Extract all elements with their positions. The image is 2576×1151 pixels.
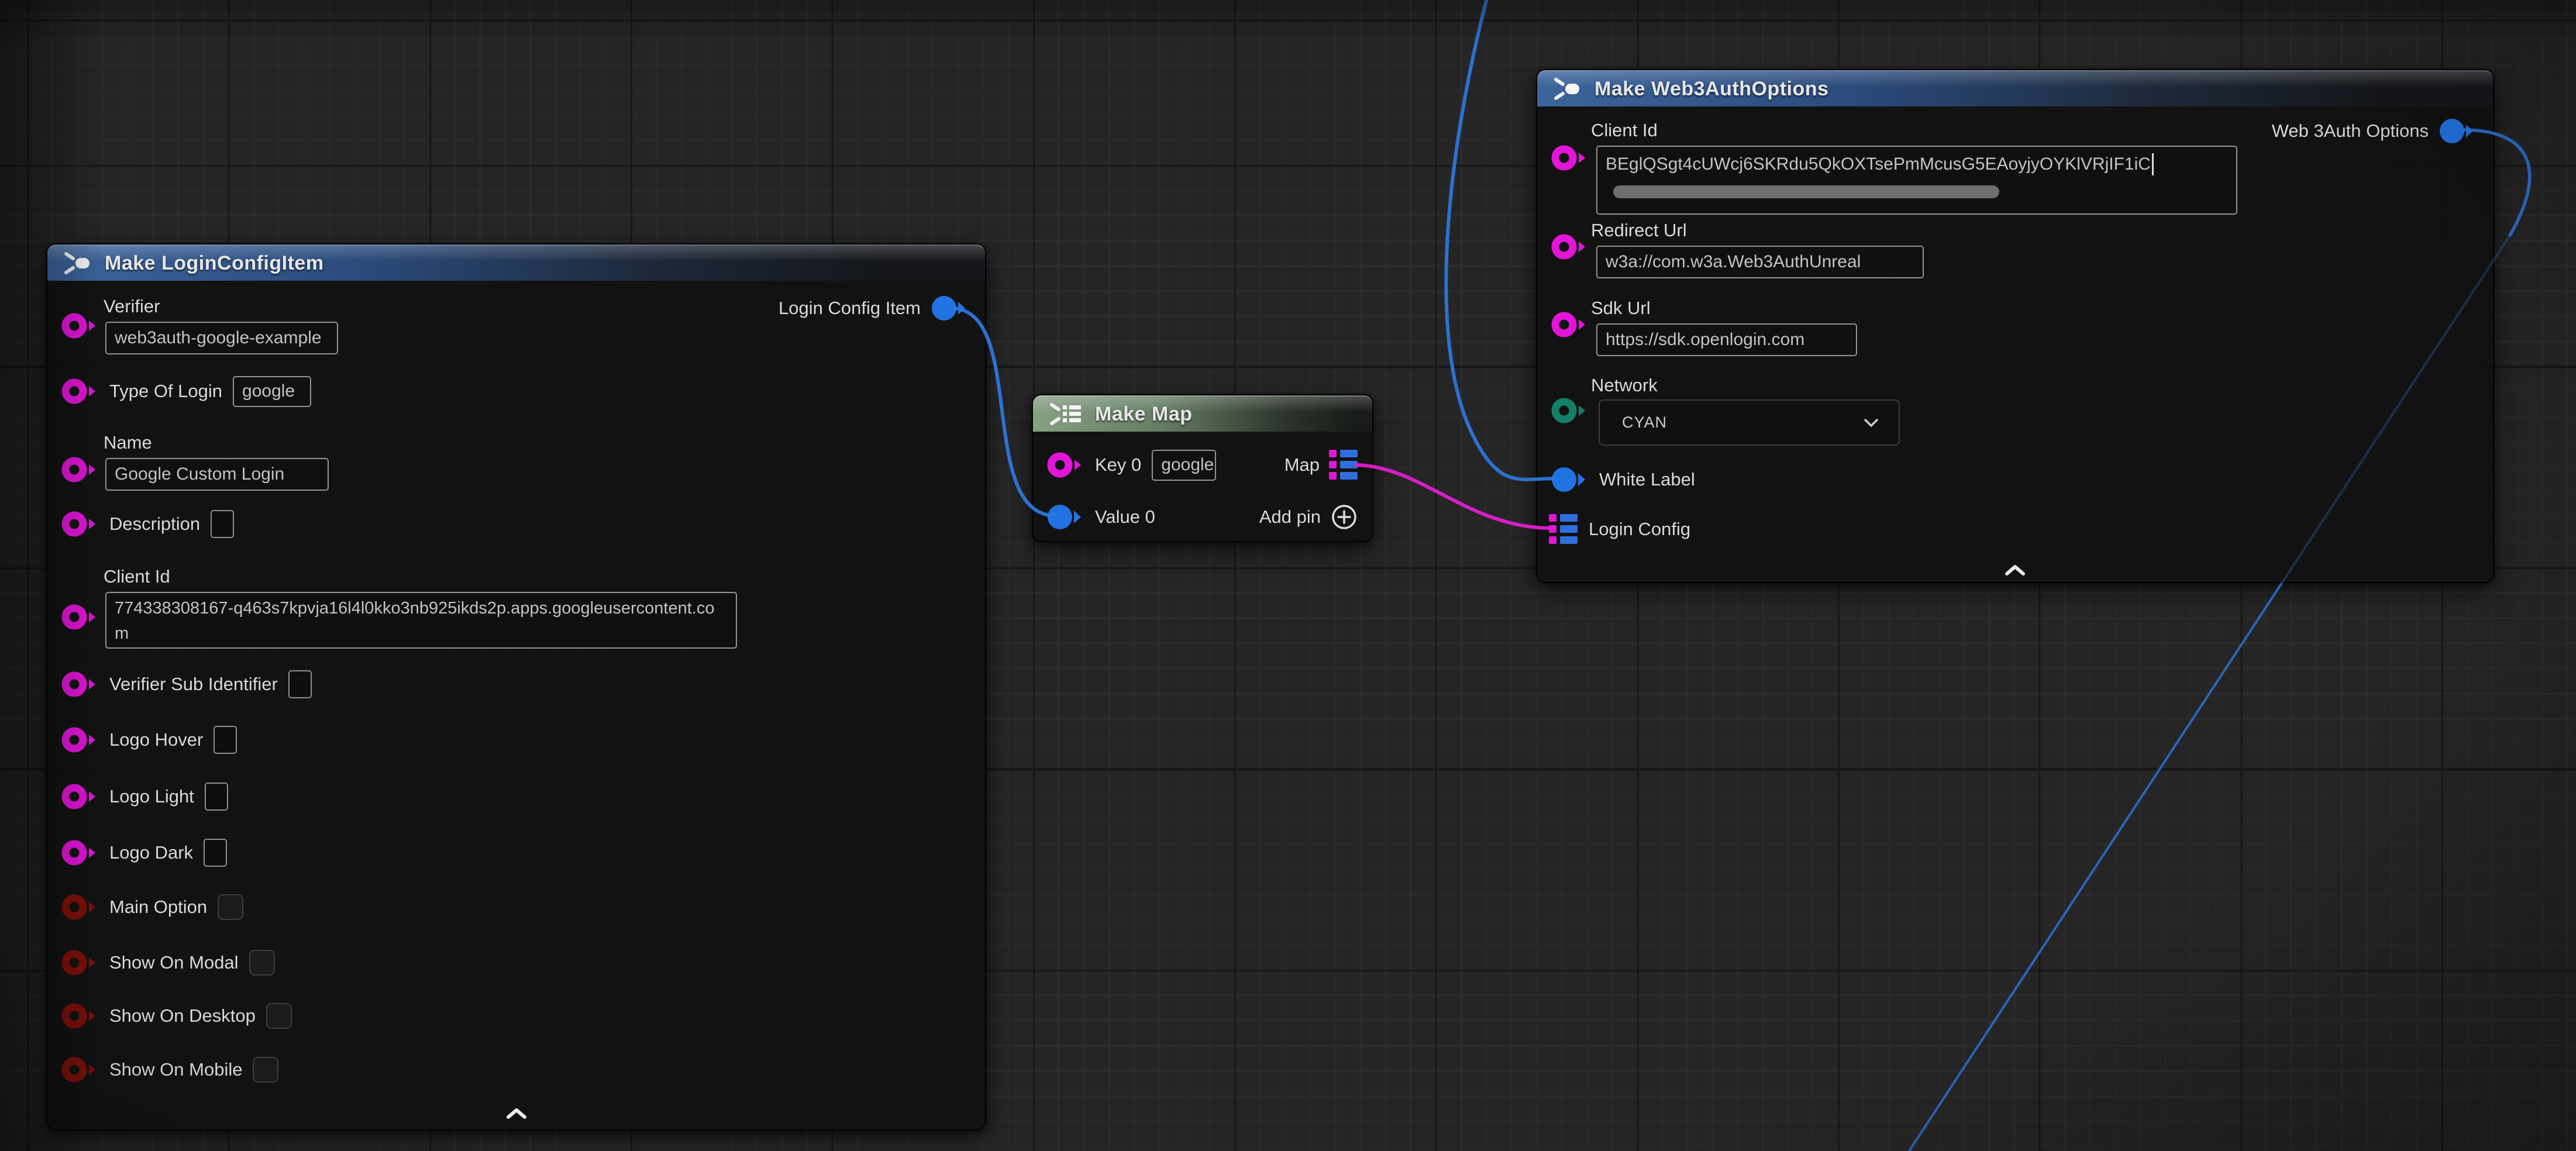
enum-pin-icon[interactable] <box>1550 395 1589 426</box>
string-pin-icon[interactable] <box>1550 232 1589 262</box>
pin-label-name: Name <box>104 432 985 453</box>
main-option-checkbox[interactable] <box>218 894 243 920</box>
pin-label-network: Network <box>1591 375 2493 396</box>
pin-label-show-on-modal: Show On Modal <box>109 952 239 973</box>
bool-pin-icon[interactable] <box>60 1001 99 1031</box>
pin-label-description: Description <box>109 514 200 535</box>
key-0-input[interactable]: google <box>1152 450 1216 481</box>
logo-light-input[interactable] <box>205 783 228 811</box>
pin-label-show-on-mobile: Show On Mobile <box>109 1059 242 1080</box>
node-title: Make Map <box>1095 403 1193 426</box>
string-pin-icon[interactable] <box>60 781 99 812</box>
string-pin-icon[interactable] <box>60 725 99 755</box>
pin-label-key-0: Key 0 <box>1095 454 1141 475</box>
pin-label-logo-dark: Logo Dark <box>109 842 193 863</box>
node-title: Make LoginConfigItem <box>105 252 324 275</box>
show-on-mobile-checkbox[interactable] <box>253 1057 278 1083</box>
wire-web3authoptions-output-to-offscreen[interactable] <box>1905 583 2282 1151</box>
string-pin-icon[interactable] <box>60 669 99 699</box>
chevron-down-icon <box>1864 418 1879 428</box>
map-pin-icon[interactable] <box>1549 513 1578 546</box>
add-pin-icon[interactable] <box>1330 503 1358 531</box>
logo-dark-input[interactable] <box>204 839 227 867</box>
pin-label-client-id: Client Id <box>1591 120 2493 141</box>
pin-label-value-0: Value 0 <box>1095 506 1155 528</box>
collapse-advanced-chevron-icon[interactable] <box>504 1107 529 1121</box>
string-pin-icon[interactable] <box>60 602 99 632</box>
string-pin-icon[interactable] <box>60 376 99 406</box>
pin-label-client-id: Client Id <box>104 566 985 587</box>
pin-label-map-out: Map <box>1284 454 1320 475</box>
make-map-icon <box>1047 401 1084 427</box>
redirect-url-input[interactable]: w3a://com.w3a.Web3AuthUnreal <box>1596 246 1924 278</box>
string-pin-icon[interactable] <box>1550 309 1589 340</box>
bool-pin-icon[interactable] <box>60 947 99 978</box>
string-pin-icon[interactable] <box>1550 143 1589 173</box>
string-pin-icon[interactable] <box>60 838 99 868</box>
node-header-make-map[interactable]: Make Map <box>1033 395 1372 432</box>
map-pin-icon[interactable] <box>1329 449 1358 481</box>
string-pin-icon[interactable] <box>1046 450 1084 480</box>
pin-label-logo-light: Logo Light <box>109 786 194 807</box>
network-dropdown[interactable]: CYAN <box>1599 399 1900 446</box>
wire-makemap-to-web3authoptions-loginconfig[interactable] <box>1355 465 1551 528</box>
show-on-desktop-checkbox[interactable] <box>266 1003 292 1029</box>
verifier-input[interactable]: web3auth-google-example <box>105 322 338 354</box>
name-input[interactable]: Google Custom Login <box>105 458 329 491</box>
textbox-horizontal-scrollbar[interactable] <box>1613 185 1999 198</box>
client-id-input[interactable]: 774338308167-q463s7kpvja16l4l0kko3nb925i… <box>105 592 737 649</box>
blueprint-graph-canvas[interactable]: Make LoginConfigItem Login Config Item V… <box>0 0 2576 1151</box>
node-make-map[interactable]: Make Map Key 0 google Map Value 0 Add pi… <box>1032 394 1373 542</box>
pin-label-login-config: Login Config <box>1589 519 1690 540</box>
pin-label-verifier: Verifier <box>104 296 985 317</box>
pin-label-white-label: White Label <box>1599 469 1695 490</box>
description-input[interactable] <box>211 510 234 538</box>
text-caret <box>2152 153 2154 175</box>
type-of-login-input[interactable]: google <box>233 376 311 407</box>
sdk-url-input[interactable]: https://sdk.openlogin.com <box>1596 323 1857 356</box>
pin-label-verifier-sub-identifier: Verifier Sub Identifier <box>109 674 278 695</box>
node-header-make-web3authoptions[interactable]: Make Web3AuthOptions <box>1537 70 2493 106</box>
string-pin-icon[interactable] <box>60 454 99 485</box>
logo-hover-input[interactable] <box>213 726 237 754</box>
pin-label-type-of-login: Type Of Login <box>109 381 222 402</box>
add-pin-label: Add pin <box>1259 506 1321 528</box>
node-header-make-loginconfigitem[interactable]: Make LoginConfigItem <box>47 244 985 281</box>
node-make-loginconfigitem[interactable]: Make LoginConfigItem Login Config Item V… <box>46 243 986 1131</box>
string-pin-icon[interactable] <box>60 509 99 539</box>
pin-label-sdk-url: Sdk Url <box>1591 298 2493 319</box>
pin-label-redirect-url: Redirect Url <box>1591 220 2493 241</box>
string-pin-icon[interactable] <box>60 311 99 341</box>
make-struct-icon <box>1551 76 1584 102</box>
client-id-input[interactable]: BEglQSgt4cUWcj6SKRdu5QkOXTsePmMcusG5EAoy… <box>1596 146 2237 215</box>
make-struct-icon <box>61 250 94 276</box>
pin-label-main-option: Main Option <box>109 897 207 918</box>
verifier-sub-identifier-input[interactable] <box>288 670 312 698</box>
node-title: Make Web3AuthOptions <box>1594 78 1828 101</box>
pin-label-logo-hover: Logo Hover <box>109 729 203 750</box>
node-make-web3authoptions[interactable]: Make Web3AuthOptions Web 3Auth Options C… <box>1536 69 2494 583</box>
pin-label-show-on-desktop: Show On Desktop <box>109 1005 256 1026</box>
bool-pin-icon[interactable] <box>60 892 99 922</box>
show-on-modal-checkbox[interactable] <box>249 950 275 976</box>
bool-pin-icon[interactable] <box>60 1054 99 1085</box>
collapse-advanced-chevron-icon[interactable] <box>2002 563 2028 577</box>
